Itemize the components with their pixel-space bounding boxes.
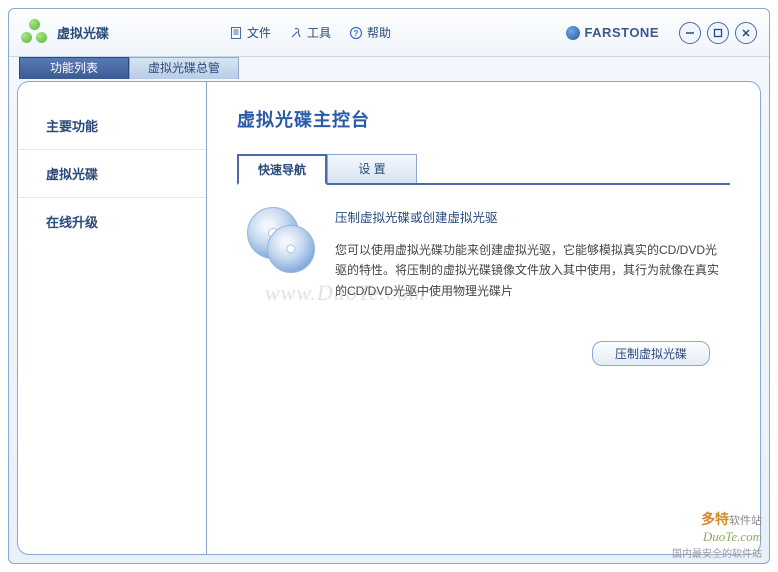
app-window: 虚拟光碟 文件 工具 ? 帮助 [8, 8, 770, 564]
menu-help-label: 帮助 [367, 24, 391, 41]
tab-function-list[interactable]: 功能列表 [19, 57, 129, 79]
app-title: 虚拟光碟 [57, 23, 109, 42]
tab-disc-manager[interactable]: 虚拟光碟总管 [129, 57, 239, 79]
section-text: 您可以使用虚拟光碟功能来创建虚拟光驱，它能够模拟真实的CD/DVD光驱的特性。将… [335, 240, 720, 301]
tab-quick-nav[interactable]: 快速导航 [237, 154, 327, 185]
disc-icon [247, 207, 319, 271]
app-icon [21, 19, 49, 47]
description: 压制虚拟光碟或创建虚拟光驱 您可以使用虚拟光碟功能来创建虚拟光驱，它能够模拟真实… [335, 207, 720, 301]
tab-settings[interactable]: 设 置 [327, 154, 417, 183]
menu-help[interactable]: ? 帮助 [349, 24, 391, 41]
sidebar-item-online-update[interactable]: 在线升级 [18, 198, 206, 245]
brand-text: FARSTONE [584, 25, 659, 40]
brand-logo: FARSTONE [566, 25, 659, 40]
file-icon [229, 26, 243, 40]
menu-file[interactable]: 文件 [229, 24, 271, 41]
maximize-button[interactable] [707, 22, 729, 44]
page-title: 虚拟光碟主控台 [237, 106, 730, 132]
brand-globe-icon [566, 26, 580, 40]
title-bar: 虚拟光碟 文件 工具 ? 帮助 [9, 9, 769, 57]
minimize-button[interactable] [679, 22, 701, 44]
window-controls [679, 22, 757, 44]
sidebar-item-main-functions[interactable]: 主要功能 [18, 102, 206, 150]
action-row: 压制虚拟光碟 [237, 341, 730, 366]
sidebar-item-virtual-disc[interactable]: 虚拟光碟 [18, 150, 206, 198]
sidebar: 主要功能 虚拟光碟 在线升级 [17, 81, 207, 555]
menu-tools[interactable]: 工具 [289, 24, 331, 41]
main-menu: 文件 工具 ? 帮助 [229, 24, 391, 41]
content-body: 压制虚拟光碟或创建虚拟光驱 您可以使用虚拟光碟功能来创建虚拟光驱，它能够模拟真实… [237, 185, 730, 311]
help-icon: ? [349, 26, 363, 40]
main-panel: 虚拟光碟主控台 快速导航 设 置 压制虚拟光碟或创建虚拟光驱 您可以使用虚拟光碟… [207, 81, 761, 555]
menu-tools-label: 工具 [307, 24, 331, 41]
content-tab-bar: 快速导航 设 置 [237, 154, 730, 185]
tools-icon [289, 26, 303, 40]
top-tab-bar: 功能列表 虚拟光碟总管 [9, 57, 769, 79]
menu-file-label: 文件 [247, 24, 271, 41]
svg-text:?: ? [354, 29, 359, 38]
close-button[interactable] [735, 22, 757, 44]
create-disc-button[interactable]: 压制虚拟光碟 [592, 341, 710, 366]
body-area: 主要功能 虚拟光碟 在线升级 虚拟光碟主控台 快速导航 设 置 压制虚拟光碟或创… [9, 79, 769, 563]
brand-area: FARSTONE [566, 22, 757, 44]
section-heading: 压制虚拟光碟或创建虚拟光驱 [335, 207, 720, 226]
